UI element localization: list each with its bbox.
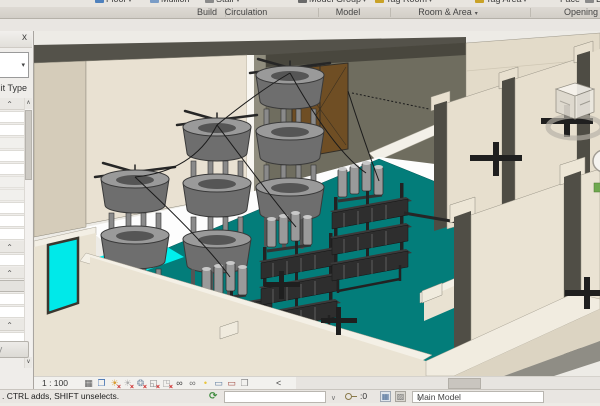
3d-view [34, 31, 600, 376]
tag-area-icon [475, 0, 484, 3]
property-row-button[interactable] [0, 280, 26, 292]
ribbon-button-mullion[interactable]: Mullion [150, 0, 190, 7]
property-row-value[interactable] [0, 163, 26, 175]
ribbon-panel-build[interactable]: Build [197, 7, 217, 18]
dormer-icon [585, 0, 594, 3]
property-row-value[interactable] [0, 202, 26, 214]
ribbon-button-tag-area[interactable]: Tag Area▾ [475, 0, 527, 7]
close-icon[interactable]: x [22, 32, 27, 44]
property-row-label [0, 137, 26, 149]
chevron-down-icon: ▾ [363, 0, 366, 4]
stair-icon [205, 0, 214, 3]
panel-label: Model [336, 7, 361, 17]
chevron-down-icon: ▾ [524, 0, 527, 4]
editing-requests-count: :0 [360, 390, 367, 403]
scroll-down-icon[interactable]: ∨ [25, 357, 32, 368]
scrollbar-thumb[interactable] [25, 110, 32, 180]
chevron-down-icon: ∨ [331, 394, 336, 402]
ribbon-button-label: Floor [106, 0, 127, 4]
ribbon-panel-labels: Build Circulation Model Room & Area▾ Opening [0, 7, 600, 19]
ribbon-panel-model[interactable]: Model [336, 7, 361, 18]
ribbon-button-label: Model Group [309, 0, 361, 4]
edit-type-button[interactable]: Edit Type [0, 82, 27, 95]
property-row-value[interactable] [0, 215, 26, 227]
panel-separator [318, 8, 319, 17]
ribbon-button-do[interactable]: Do [585, 0, 600, 7]
panel-label: Circulation [225, 7, 268, 17]
property-row-section [0, 319, 26, 331]
property-row-section [0, 98, 26, 110]
ribbon-button-stair[interactable]: Stair▾ [205, 0, 240, 7]
model-group-icon [298, 0, 307, 3]
scrollbar-thumb[interactable] [448, 378, 481, 389]
chevron-down-icon: ▾ [475, 11, 478, 17]
design-option-select[interactable]: Main Model ∨ [412, 391, 544, 403]
editing-requests-key-icon[interactable] [345, 393, 357, 400]
design-options-pick-icon[interactable]: ▨ [395, 391, 406, 402]
drawing-area[interactable]: 1 : 100 ▦❐☀×☀×❂×◱×◳×∞∞•▭▭❒ < [34, 31, 600, 389]
chevron-down-icon: ∨ [417, 394, 540, 406]
panel-separator [390, 8, 391, 17]
property-grid [0, 98, 26, 345]
horizontal-scrollbar[interactable] [296, 376, 600, 390]
floor-icon [95, 0, 104, 3]
doorway [48, 238, 78, 313]
ribbon-button-tag-room[interactable]: Tag Room▾ [375, 0, 432, 7]
ribbon-button-label: Do [596, 0, 600, 4]
ribbon-panel-circulation[interactable]: Circulation [225, 7, 268, 18]
chevron-down-icon: ▾ [129, 0, 132, 4]
ribbon-buttons-row: Floor▾MullionStair▾Model Group▾Tag Room▾… [0, 0, 600, 7]
property-row-label [0, 176, 26, 188]
ribbon-button-label: Mullion [161, 0, 190, 4]
properties-palette: x ▾ Edit Type ∧ ∨ Apply [0, 31, 34, 389]
chevron-down-icon: ▾ [237, 0, 240, 4]
status-bar: . CTRL adds, SHIFT unselects. ⟳ ∨ :0 ▦ ▨… [0, 389, 600, 403]
panel-label: Opening [564, 7, 598, 17]
property-row-value[interactable] [0, 150, 26, 162]
ribbon-button-face[interactable]: Face [560, 0, 580, 7]
panel-label: Build [197, 7, 217, 17]
chevron-down-icon: ▾ [21, 61, 25, 69]
ribbon-button-label: Tag Area [486, 0, 522, 4]
ribbon-button-label: Face [560, 0, 580, 4]
chevron-down-icon: ▾ [429, 0, 432, 4]
revit-window: Floor▾MullionStair▾Model Group▾Tag Room▾… [0, 0, 600, 402]
workset-select[interactable]: ∨ [224, 391, 326, 403]
tag-room-icon [375, 0, 384, 3]
design-options-icon[interactable]: ▦ [380, 391, 391, 402]
status-message: . CTRL adds, SHIFT unselects. [2, 390, 119, 403]
palette-scrollbar[interactable]: ∧ ∨ [24, 98, 32, 368]
property-row-value[interactable] [0, 228, 26, 240]
ribbon-panel-opening[interactable]: Opening [564, 7, 598, 18]
property-row-value[interactable] [0, 306, 26, 318]
property-row-value[interactable] [0, 293, 26, 305]
property-row-value[interactable] [0, 254, 26, 266]
panel-separator [530, 8, 531, 17]
type-selector[interactable]: ▾ [0, 52, 29, 78]
ribbon-panel-room-area[interactable]: Room & Area▾ [418, 7, 478, 18]
worksharing-icon[interactable]: ⟳ [209, 390, 220, 403]
property-row-value[interactable] [0, 124, 26, 136]
ribbon-button-floor[interactable]: Floor▾ [95, 0, 132, 7]
property-row-value[interactable] [0, 111, 26, 123]
palette-title-bar: x [0, 31, 32, 48]
apply-button[interactable]: Apply [0, 341, 29, 358]
ribbon-button-model-group[interactable]: Model Group▾ [298, 0, 366, 7]
property-row-section [0, 267, 26, 279]
scroll-up-icon[interactable]: ∧ [25, 98, 32, 109]
property-row-label [0, 189, 26, 201]
panel-label: Room & Area [418, 7, 472, 17]
property-row-section [0, 241, 26, 253]
ribbon-button-label: Stair [216, 0, 235, 4]
ribbon-button-label: Tag Room [386, 0, 427, 4]
mullion-icon [150, 0, 159, 3]
